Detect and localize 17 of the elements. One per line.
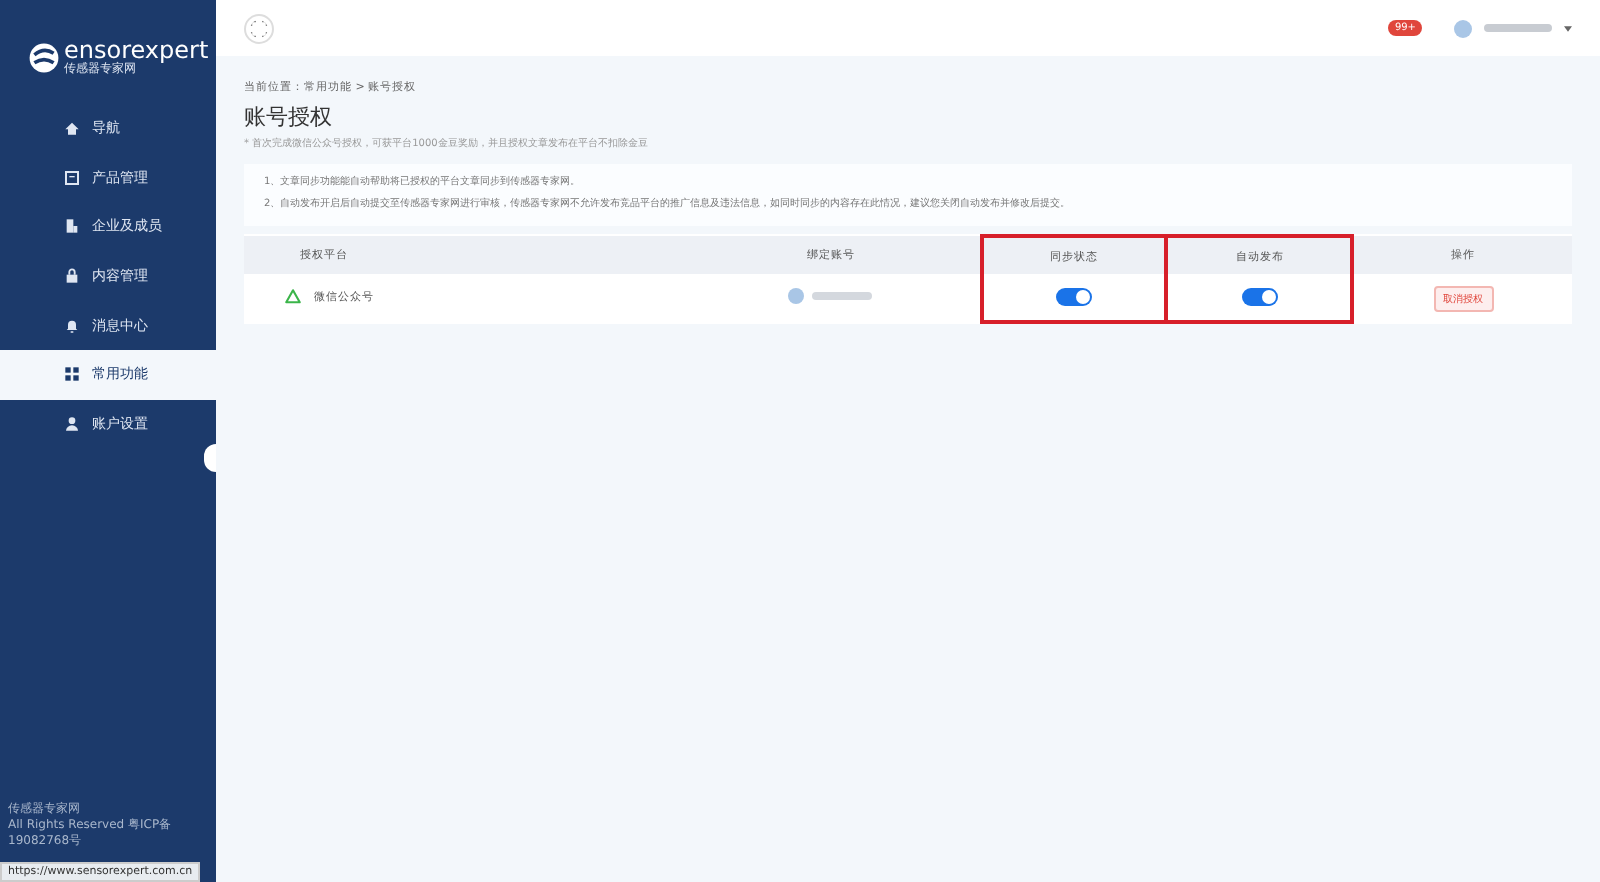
building-icon xyxy=(64,218,80,235)
home-icon xyxy=(64,120,80,137)
square-icon xyxy=(64,169,80,186)
collapse-handle[interactable] xyxy=(204,444,216,472)
bell-icon xyxy=(64,317,80,334)
person-icon xyxy=(64,415,80,432)
blurred-account xyxy=(812,292,873,300)
toggle-switch[interactable] xyxy=(1055,288,1092,306)
page-title: 账号授权 xyxy=(244,102,334,132)
blurred-username xyxy=(1484,24,1552,32)
logo-icon xyxy=(28,42,60,74)
grid-icon xyxy=(64,366,80,383)
toggle-switch[interactable] xyxy=(1241,288,1278,306)
caret-icon[interactable] xyxy=(1564,25,1572,31)
lock-icon xyxy=(64,268,80,285)
avatar xyxy=(788,288,805,304)
brand-name: ensorexpert xyxy=(64,38,209,62)
